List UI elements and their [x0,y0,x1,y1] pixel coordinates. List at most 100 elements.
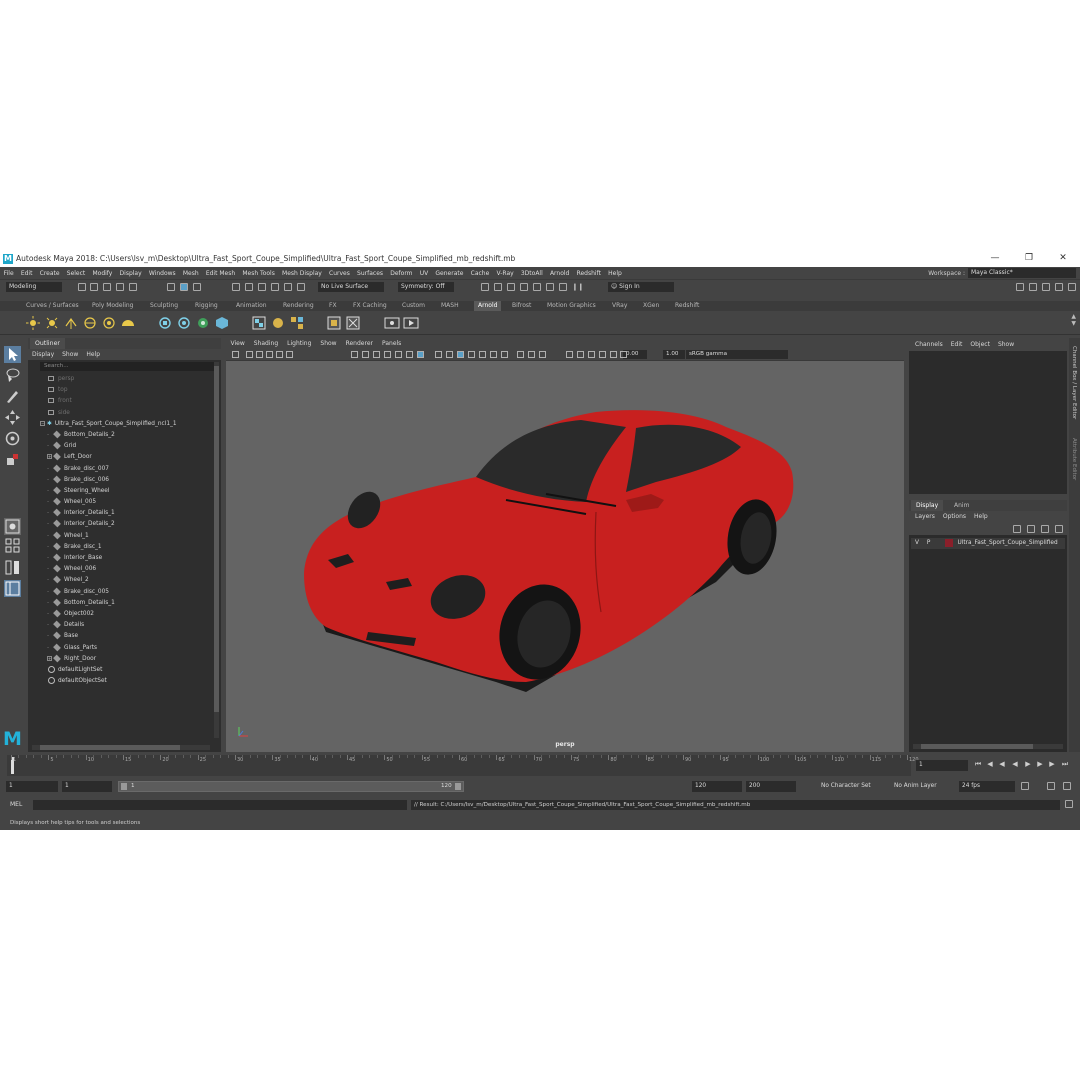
outliner-list-item[interactable]: - Details [28,620,213,631]
menu-deform[interactable]: Deform [387,270,417,277]
safe-action-icon[interactable] [406,351,413,358]
outliner-list-item[interactable]: - Base [28,631,213,642]
select-by-hierarchy-icon[interactable] [167,283,175,291]
x-ray-icon[interactable] [577,351,584,358]
menu-select[interactable]: Select [63,270,89,277]
grid-icon[interactable] [351,351,358,358]
channel-box-side-tab[interactable]: Channel Box / Layer Editor [1071,346,1077,419]
mel-command-input[interactable] [33,800,407,810]
expand-toggle-icon[interactable]: + [47,655,52,661]
time-slider[interactable]: 1 5 10 15 20 25 30 35 40 45 50 55 60 65 70 75 80 85 90 95 10… [0,755,1080,776]
outliner-list-item[interactable]: - Object002 [28,609,213,620]
range-start-handle[interactable] [121,783,127,790]
scroll-thumb[interactable] [214,366,219,712]
expand-toggle-icon[interactable]: + [47,454,52,460]
shelf-tab-rigging[interactable]: Rigging [195,301,218,311]
layer-menu-options[interactable]: Options [939,513,970,520]
ambient-occlusion-icon[interactable] [501,351,508,358]
viewport-menu-view[interactable]: View [226,340,249,347]
mel-label[interactable]: MEL [10,798,22,812]
outliner-list-item[interactable]: - Wheel_005 [28,497,213,508]
render-sequence-icon[interactable] [384,316,400,330]
menu-arnold[interactable]: Arnold [546,270,573,277]
sign-in-button[interactable]: ☺ Sign In [608,282,674,292]
outliner-list-item[interactable]: - Wheel_2 [28,575,213,586]
menu-windows[interactable]: Windows [145,270,179,277]
channel-box-menu-show[interactable]: Show [994,341,1018,348]
layer-playback-toggle[interactable]: P [927,538,939,549]
create-checker-icon[interactable] [252,316,266,330]
anim-layer-dropdown[interactable]: No Anim Layer [891,781,947,792]
menu-modify[interactable]: Modify [89,270,116,277]
default-material-icon[interactable] [457,351,464,358]
move-tool-icon[interactable] [4,409,21,426]
range-end-handle[interactable] [455,783,461,790]
new-empty-layer-icon[interactable] [1041,525,1049,533]
menu-mesh-tools[interactable]: Mesh Tools [239,270,279,277]
outliner-list-item[interactable]: - Bottom_Details_1 [28,598,213,609]
fps-dropdown[interactable]: 24 fps [959,781,1015,792]
menu-cache[interactable]: Cache [467,270,493,277]
menu-redshift[interactable]: Redshift [573,270,605,277]
shelf-tab-redshift[interactable]: Redshift [675,301,699,311]
outliner-list-item[interactable]: + Right_Door [28,654,213,665]
resolution-gate-icon[interactable] [373,351,380,358]
shelf-tab-motion-graphics[interactable]: Motion Graphics [547,301,596,311]
select-by-object-icon[interactable] [180,283,188,291]
viewport-menu-renderer[interactable]: Renderer [341,340,377,347]
x-ray-joints-icon[interactable] [588,351,595,358]
outliner-list-item[interactable]: - Interior_Details_2 [28,519,213,530]
outliner-list-item[interactable]: - Wheel_006 [28,564,213,575]
outliner-list-item[interactable]: - Brake_disc_006 [28,475,213,486]
menu-curves[interactable]: Curves [325,270,353,277]
new-layer-from-selected-icon[interactable] [1055,525,1063,533]
current-frame-field[interactable]: 1 [916,760,968,771]
outliner-layout-icon[interactable] [4,580,21,597]
menu-edit[interactable]: Edit [17,270,36,277]
select-by-component-icon[interactable] [193,283,201,291]
hypershade-icon[interactable] [520,283,528,291]
snap-live-icon[interactable] [284,283,292,291]
single-perspective-layout-icon[interactable] [4,518,21,535]
snap-point-icon[interactable] [258,283,266,291]
mesh-light-icon[interactable] [64,316,78,330]
display-layer-row[interactable]: V P Ultra_Fast_Sport_Coupe_Simplified [911,538,1065,549]
menu-uv[interactable]: UV [416,270,432,277]
close-icon[interactable]: ✕ [1046,250,1080,267]
range-bar[interactable]: 1 120 [118,781,464,792]
physical-sky-icon[interactable] [121,316,135,330]
menu-file[interactable]: File [0,270,17,277]
redshift-ipr-icon[interactable] [559,283,567,291]
maximize-icon[interactable]: ❐ [1012,250,1046,267]
redshift-render-icon[interactable] [546,283,554,291]
menu-edit-mesh[interactable]: Edit Mesh [202,270,239,277]
snap-curve-icon[interactable] [245,283,253,291]
render-view-icon[interactable] [533,283,541,291]
outliner-menu-show[interactable]: Show [58,351,82,358]
save-scene-icon[interactable] [103,283,111,291]
shelf-tab-sculpting[interactable]: Sculpting [150,301,178,311]
photometric-light-icon[interactable] [83,316,97,330]
menu-set-dropdown[interactable]: Modeling [6,282,62,292]
outliner-menu-display[interactable]: Display [28,351,58,358]
outliner-list-item[interactable]: - Wheel_1 [28,531,213,542]
motion-blur-icon[interactable] [517,351,524,358]
gate-mask-icon[interactable] [384,351,391,358]
render-settings-icon[interactable] [507,283,515,291]
shelf-tab-rendering[interactable]: Rendering [283,301,314,311]
lasso-tool-icon[interactable] [4,367,21,384]
outliner-set-item[interactable]: defaultLightSet [28,665,213,676]
loop-icon[interactable] [1021,782,1029,790]
playback-start-field[interactable]: 1 [6,781,58,792]
shelf-tab-curves-surfaces[interactable]: Curves / Surfaces [26,301,79,311]
menu-help[interactable]: Help [605,270,626,277]
wireframe-icon[interactable] [435,351,442,358]
undo-icon[interactable] [116,283,124,291]
paint-select-tool-icon[interactable] [4,388,21,405]
outliner-list-item[interactable]: - Interior_Base [28,553,213,564]
four-view-layout-icon[interactable] [4,537,21,554]
redo-icon[interactable] [129,283,137,291]
workspace-selector[interactable]: Workspace : Maya Classic* [928,268,1076,278]
grease-pencil-icon[interactable] [286,351,293,358]
perspective-viewport[interactable]: View Shading Lighting Show Renderer Panels 0.… [226,338,904,752]
